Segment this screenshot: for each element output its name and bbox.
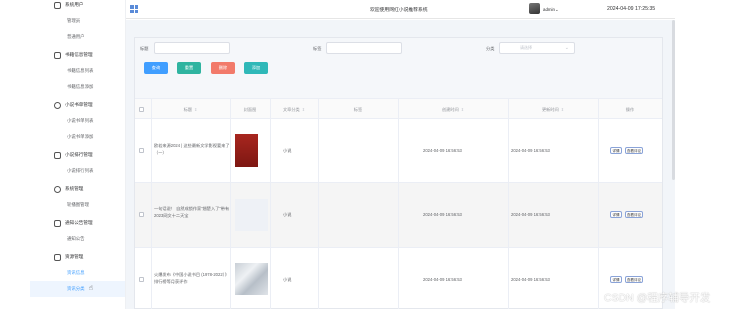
sidebar-item-booklist-add[interactable]: 小说书单添加 <box>30 129 125 145</box>
row-title: 一句话说！ 自然成锁作家“翘楚入了”带有2023网文十二天宝 <box>154 206 230 218</box>
row-category: 小说 <box>283 277 292 282</box>
sidebar-item-carousel[interactable]: 轮播图管理 <box>30 197 125 213</box>
row-category: 小说 <box>283 212 292 217</box>
rank-icon <box>54 151 61 159</box>
system-title: 欢迎使用网红小说推荐系统 <box>370 8 428 13</box>
title-filter-label: 标题 <box>140 46 149 51</box>
sidebar-item-users[interactable]: 普通用户 <box>30 29 125 45</box>
notice-icon <box>54 219 61 227</box>
sidebar-item-book-list[interactable]: 书籍信息列表 <box>30 63 125 79</box>
detail-button[interactable]: 详情 <box>610 276 622 283</box>
cover-image[interactable] <box>235 263 268 295</box>
hand-cursor-icon: ☝ <box>88 285 93 292</box>
category-filter-select[interactable]: 请选择 ⌄ <box>499 42 575 54</box>
sidebar-group-booklists[interactable]: 小说书单管理 <box>30 97 125 113</box>
content-area: 标题 标签 分类 请选择 ⌄ 查询 重置 删除 添加 标题 ⇕ 封面图 文章分类… <box>126 20 675 309</box>
chevron-down-icon: ⌄ <box>564 45 569 51</box>
sidebar-group-system[interactable]: 系统管理 <box>30 181 125 197</box>
column-divider <box>230 98 231 309</box>
sort-icon: ⇕ <box>301 107 306 112</box>
top-header: 欢迎使用网红小说推荐系统 admin⌄ 2024-04-09 17:25:35 <box>126 0 675 19</box>
sidebar-item-news-category[interactable]: 资讯分类 ☝ <box>30 281 125 297</box>
column-divider <box>398 98 399 309</box>
sidebar-group-users[interactable]: 系统用户 <box>30 0 125 13</box>
sidebar-item-book-add[interactable]: 书籍信息添加 <box>30 79 125 95</box>
column-created[interactable]: 创建时间 ⇕ <box>398 99 508 120</box>
avatar[interactable] <box>529 3 540 14</box>
view-comments-button[interactable]: 查看评论 <box>625 276 643 283</box>
column-title[interactable]: 标题 ⇕ <box>151 99 230 120</box>
row-updated: 2024-04-09 16:56:53 <box>511 148 550 153</box>
row-checkbox[interactable] <box>139 212 144 217</box>
sidebar: 系统用户 管理员 普通用户 书籍信息管理 书籍信息列表 书籍信息添加 小说书单管… <box>30 0 126 309</box>
sidebar-group-resources[interactable]: 资源管理 <box>30 249 125 265</box>
title-filter-input[interactable] <box>154 42 230 54</box>
column-divider <box>270 98 271 309</box>
column-tag: 标签 <box>353 107 363 112</box>
column-divider <box>598 98 599 309</box>
row-created: 2024-04-09 16:56:53 <box>423 212 462 217</box>
row-category: 小说 <box>283 148 292 153</box>
sort-icon: ⇕ <box>560 107 565 112</box>
detail-button[interactable]: 详情 <box>610 211 622 218</box>
row-created: 2024-04-09 16:56:53 <box>423 148 462 153</box>
column-cover: 封面图 <box>243 107 257 112</box>
user-icon <box>54 1 61 9</box>
view-comments-button[interactable]: 查看评论 <box>625 147 643 154</box>
watermark: CSDN @程序辅导开发 <box>604 292 711 304</box>
search-button[interactable]: 查询 <box>144 62 168 74</box>
menu-grid-icon[interactable] <box>130 5 138 13</box>
tag-filter-label: 标签 <box>313 46 322 51</box>
sort-icon: ⇕ <box>194 107 198 112</box>
column-actions: 操作 <box>625 107 635 112</box>
user-menu[interactable]: admin⌄ <box>543 7 559 13</box>
sidebar-item-booklist-list[interactable]: 小说书单列表 <box>30 113 125 129</box>
row-title: 火爆发布《中国小说书目 (1978-2022）》排行榜等月获评作 <box>154 272 229 284</box>
sidebar-item-notices[interactable]: 通知公告 <box>30 231 125 247</box>
category-filter-label: 分类 <box>486 46 495 51</box>
add-button[interactable]: 添加 <box>244 62 268 74</box>
sidebar-group-books[interactable]: 书籍信息管理 <box>30 47 125 63</box>
sidebar-item-ranking-list[interactable]: 小说排行列表 <box>30 163 125 179</box>
select-all-checkbox[interactable] <box>139 107 144 112</box>
sidebar-item-admins[interactable]: 管理员 <box>30 13 125 29</box>
list-icon <box>54 101 61 109</box>
column-updated[interactable]: 更新时间 ⇕ <box>508 99 598 120</box>
row-updated: 2024-04-09 16:56:53 <box>511 277 550 282</box>
row-updated: 2024-04-09 16:56:53 <box>511 212 550 217</box>
view-comments-button[interactable]: 查看评论 <box>625 211 643 218</box>
column-divider <box>318 98 319 309</box>
cover-image[interactable] <box>235 134 258 167</box>
vertical-scrollbar[interactable] <box>672 20 675 180</box>
column-divider <box>508 98 509 309</box>
sort-icon: ⇕ <box>460 107 465 112</box>
detail-button[interactable]: 详情 <box>610 147 622 154</box>
tag-filter-input[interactable] <box>326 42 402 54</box>
settings-icon <box>54 185 61 193</box>
book-icon <box>54 51 61 59</box>
row-created: 2024-04-09 16:56:53 <box>423 277 462 282</box>
sidebar-group-notices[interactable]: 通知公告管理 <box>30 215 125 231</box>
sidebar-item-news[interactable]: 资讯信息 <box>30 265 125 281</box>
delete-button[interactable]: 删除 <box>211 62 235 74</box>
column-category[interactable]: 文章分类 ⇕ <box>270 99 318 120</box>
column-divider <box>151 98 152 309</box>
cover-image[interactable] <box>235 199 268 231</box>
reset-button[interactable]: 重置 <box>177 62 201 74</box>
row-checkbox[interactable] <box>139 277 144 282</box>
resource-icon <box>54 253 61 261</box>
app-root: 系统用户 管理员 普通用户 书籍信息管理 书籍信息列表 书籍信息添加 小说书单管… <box>0 0 741 309</box>
sidebar-group-rankings[interactable]: 小说排行管理 <box>30 147 125 163</box>
list-panel: 标题 标签 分类 请选择 ⌄ 查询 重置 删除 添加 标题 ⇕ 封面图 文章分类… <box>134 37 663 309</box>
search-bar: 标题 标签 分类 请选择 ⌄ 查询 重置 删除 添加 <box>135 38 662 98</box>
chevron-down-icon: ⌄ <box>554 7 559 12</box>
clock: 2024-04-09 17:25:35 <box>607 6 656 12</box>
row-title: 欧若来源2024 | 这些最新文学影视要来了（一） <box>154 143 230 155</box>
row-checkbox[interactable] <box>139 148 144 153</box>
